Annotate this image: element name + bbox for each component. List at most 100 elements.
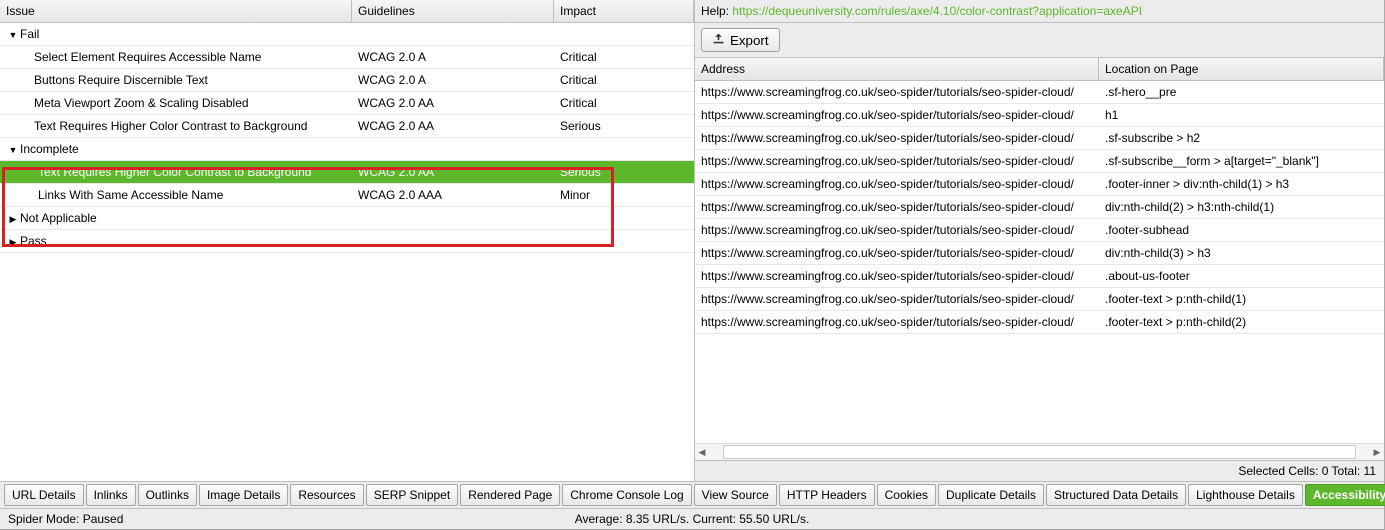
issue-guidelines: WCAG 2.0 AA: [352, 92, 554, 114]
tab-accessibility-details[interactable]: Accessibility Details: [1305, 484, 1385, 506]
chevron-right-icon: [8, 234, 18, 248]
detail-location: .footer-inner > div:nth-child(1) > h3: [1099, 173, 1384, 195]
status-rate: Average: 8.35 URL/s. Current: 55.50 URL/…: [464, 512, 920, 526]
group-label: Pass: [20, 234, 47, 248]
issue-row[interactable]: Text Requires Higher Color Contrast to B…: [0, 161, 694, 184]
chevron-right-icon: [8, 211, 18, 225]
col-address[interactable]: Address: [695, 58, 1099, 80]
detail-address: https://www.screamingfrog.co.uk/seo-spid…: [695, 173, 1099, 195]
detail-location: .footer-text > p:nth-child(1): [1099, 288, 1384, 310]
help-link[interactable]: https://dequeuniversity.com/rules/axe/4.…: [732, 4, 1142, 18]
tab-resources[interactable]: Resources: [290, 484, 363, 506]
horizontal-scrollbar[interactable]: ◀ ▶: [695, 443, 1384, 460]
tab-serp-snippet[interactable]: SERP Snippet: [366, 484, 459, 506]
group-not-applicable[interactable]: Not Applicable: [0, 207, 694, 230]
tab-http-headers[interactable]: HTTP Headers: [779, 484, 875, 506]
group-incomplete[interactable]: Incomplete: [0, 138, 694, 161]
group-fail[interactable]: Fail: [0, 23, 694, 46]
issue-impact: Critical: [554, 69, 694, 91]
issue-guidelines: WCAG 2.0 A: [352, 46, 554, 68]
issue-name: Buttons Require Discernible Text: [0, 69, 352, 91]
tab-inlinks[interactable]: Inlinks: [86, 484, 136, 506]
details-table-body: https://www.screamingfrog.co.uk/seo-spid…: [695, 81, 1384, 443]
issue-impact: Critical: [554, 46, 694, 68]
group-label: Incomplete: [20, 142, 79, 156]
col-location[interactable]: Location on Page: [1099, 58, 1384, 80]
issue-guidelines: WCAG 2.0 AAA: [352, 184, 554, 206]
issue-name: Links With Same Accessible Name: [0, 184, 352, 206]
tab-view-source[interactable]: View Source: [694, 484, 777, 506]
tab-cookies[interactable]: Cookies: [877, 484, 936, 506]
issue-name: Meta Viewport Zoom & Scaling Disabled: [0, 92, 352, 114]
status-mode: Spider Mode: Paused: [8, 512, 464, 526]
detail-location: h1: [1099, 104, 1384, 126]
detail-address: https://www.screamingfrog.co.uk/seo-spid…: [695, 81, 1099, 103]
issue-row[interactable]: Text Requires Higher Color Contrast to B…: [0, 115, 694, 138]
tab-duplicate-details[interactable]: Duplicate Details: [938, 484, 1044, 506]
detail-address: https://www.screamingfrog.co.uk/seo-spid…: [695, 311, 1099, 333]
detail-row[interactable]: https://www.screamingfrog.co.uk/seo-spid…: [695, 127, 1384, 150]
detail-row[interactable]: https://www.screamingfrog.co.uk/seo-spid…: [695, 196, 1384, 219]
tab-rendered-page[interactable]: Rendered Page: [460, 484, 560, 506]
issue-row[interactable]: Select Element Requires Accessible NameW…: [0, 46, 694, 69]
detail-row[interactable]: https://www.screamingfrog.co.uk/seo-spid…: [695, 311, 1384, 334]
detail-row[interactable]: https://www.screamingfrog.co.uk/seo-spid…: [695, 265, 1384, 288]
export-icon: [712, 32, 725, 48]
scroll-left-icon[interactable]: ◀: [695, 447, 709, 458]
detail-location: .footer-text > p:nth-child(2): [1099, 311, 1384, 333]
issue-name: Text Requires Higher Color Contrast to B…: [0, 115, 352, 137]
chevron-down-icon: [8, 27, 18, 41]
scroll-track[interactable]: [723, 445, 1356, 459]
col-impact[interactable]: Impact: [554, 0, 694, 22]
detail-location: .sf-subscribe > h2: [1099, 127, 1384, 149]
detail-address: https://www.screamingfrog.co.uk/seo-spid…: [695, 242, 1099, 264]
detail-row[interactable]: https://www.screamingfrog.co.uk/seo-spid…: [695, 150, 1384, 173]
issue-impact: Serious: [554, 161, 694, 183]
group-pass[interactable]: Pass: [0, 230, 694, 253]
issue-row[interactable]: Meta Viewport Zoom & Scaling DisabledWCA…: [0, 92, 694, 115]
tab-chrome-console-log[interactable]: Chrome Console Log: [562, 484, 691, 506]
issue-name: Text Requires Higher Color Contrast to B…: [0, 161, 352, 183]
issue-guidelines: WCAG 2.0 A: [352, 69, 554, 91]
issue-row[interactable]: Links With Same Accessible NameWCAG 2.0 …: [0, 184, 694, 207]
export-button[interactable]: Export: [701, 28, 780, 52]
detail-address: https://www.screamingfrog.co.uk/seo-spid…: [695, 288, 1099, 310]
status-bar: Spider Mode: Paused Average: 8.35 URL/s.…: [0, 508, 1384, 529]
detail-address: https://www.screamingfrog.co.uk/seo-spid…: [695, 104, 1099, 126]
col-issue[interactable]: Issue: [0, 0, 352, 22]
scroll-right-icon[interactable]: ▶: [1370, 447, 1384, 458]
detail-row[interactable]: https://www.screamingfrog.co.uk/seo-spid…: [695, 173, 1384, 196]
detail-row[interactable]: https://www.screamingfrog.co.uk/seo-spid…: [695, 219, 1384, 242]
detail-row[interactable]: https://www.screamingfrog.co.uk/seo-spid…: [695, 242, 1384, 265]
tab-url-details[interactable]: URL Details: [4, 484, 84, 506]
detail-row[interactable]: https://www.screamingfrog.co.uk/seo-spid…: [695, 81, 1384, 104]
detail-row[interactable]: https://www.screamingfrog.co.uk/seo-spid…: [695, 288, 1384, 311]
details-table-header: Address Location on Page: [695, 58, 1384, 81]
detail-location: .about-us-footer: [1099, 265, 1384, 287]
bottom-tabs: URL DetailsInlinksOutlinksImage DetailsR…: [0, 481, 1384, 508]
tab-lighthouse-details[interactable]: Lighthouse Details: [1188, 484, 1303, 506]
detail-location: .sf-hero__pre: [1099, 81, 1384, 103]
help-label: Help:: [701, 4, 732, 18]
help-bar: Help: https://dequeuniversity.com/rules/…: [695, 0, 1384, 23]
tab-outlinks[interactable]: Outlinks: [138, 484, 197, 506]
detail-row[interactable]: https://www.screamingfrog.co.uk/seo-spid…: [695, 104, 1384, 127]
detail-address: https://www.screamingfrog.co.uk/seo-spid…: [695, 150, 1099, 172]
tab-image-details[interactable]: Image Details: [199, 484, 288, 506]
chevron-down-icon: [8, 142, 18, 156]
issue-row[interactable]: Buttons Require Discernible TextWCAG 2.0…: [0, 69, 694, 92]
issues-table-header: Issue Guidelines Impact: [0, 0, 694, 23]
tab-structured-data-details[interactable]: Structured Data Details: [1046, 484, 1186, 506]
issue-impact: Serious: [554, 115, 694, 137]
issue-guidelines: WCAG 2.0 AA: [352, 115, 554, 137]
group-label: Fail: [20, 27, 39, 41]
detail-address: https://www.screamingfrog.co.uk/seo-spid…: [695, 127, 1099, 149]
issue-name: Select Element Requires Accessible Name: [0, 46, 352, 68]
detail-location: div:nth-child(2) > h3:nth-child(1): [1099, 196, 1384, 218]
export-label: Export: [730, 33, 769, 48]
issue-guidelines: WCAG 2.0 AA: [352, 161, 554, 183]
issue-impact: Critical: [554, 92, 694, 114]
detail-location: div:nth-child(3) > h3: [1099, 242, 1384, 264]
selection-info: Selected Cells: 0 Total: 11: [695, 460, 1384, 481]
col-guidelines[interactable]: Guidelines: [352, 0, 554, 22]
